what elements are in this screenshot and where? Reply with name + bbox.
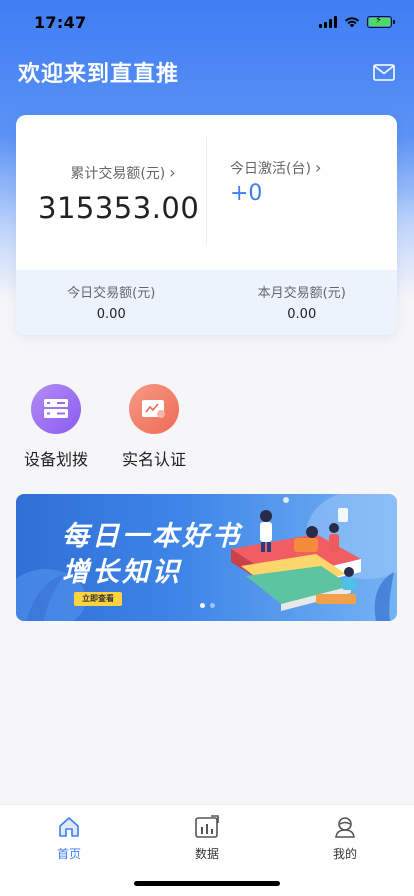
tab-home[interactable]: 首页 xyxy=(0,805,138,896)
battery-icon: ⚡ xyxy=(367,15,395,28)
today-activation-stat[interactable]: 今日激活(台) › +0 xyxy=(230,158,390,207)
tab-label: 我的 xyxy=(332,847,357,861)
status-time: 17:47 xyxy=(34,12,87,32)
cumulative-trade-value: 315353.00 xyxy=(38,191,200,225)
page-title: 欢迎来到直直推 xyxy=(18,62,180,87)
wifi-icon xyxy=(345,17,359,28)
tab-profile[interactable]: 我的 xyxy=(276,805,414,896)
chevron-right-icon: › xyxy=(314,158,322,177)
chevron-right-icon: › xyxy=(169,163,176,182)
month-trade-value: 0.00 xyxy=(287,307,317,322)
chart-icon xyxy=(195,815,219,838)
home-indicator xyxy=(134,881,280,886)
banner-headline: 每日一本好书 xyxy=(62,521,242,552)
tab-label: 数据 xyxy=(194,847,219,861)
today-activation-label: 今日激活(台) xyxy=(230,161,311,177)
quick-action-device-transfer[interactable]: 设备划拨 xyxy=(16,384,96,470)
today-activation-header: 今日激活(台) › xyxy=(230,158,390,178)
stats-divider xyxy=(206,137,207,245)
stats-top: 累计交易额(元) › 315353.00 今日激活(台) › +0 xyxy=(16,115,397,270)
month-trade-label: 本月交易额(元) xyxy=(257,286,346,301)
status-bar: 17:47 ⚡ xyxy=(0,0,414,44)
profile-icon xyxy=(335,817,355,838)
quick-action-label: 实名认证 xyxy=(121,450,186,469)
banner-view-button[interactable]: 立即查看 xyxy=(74,592,122,606)
quick-action-real-name[interactable]: 实名认证 xyxy=(114,384,194,470)
quick-action-label: 设备划拨 xyxy=(23,450,88,469)
cumulative-trade-stat[interactable]: 累计交易额(元) › 315353.00 xyxy=(38,163,208,226)
stats-bottom: 今日交易额(元) 0.00 本月交易额(元) 0.00 xyxy=(16,270,397,335)
stats-card: 累计交易额(元) › 315353.00 今日激活(台) › +0 今日交易额(… xyxy=(16,115,397,335)
cumulative-trade-header: 累计交易额(元) › xyxy=(38,163,208,183)
app-header: 欢迎来到直直推 xyxy=(0,50,414,94)
today-trade-label: 今日交易额(元) xyxy=(67,286,156,301)
pagination-dot-active[interactable] xyxy=(200,603,205,608)
pagination-dot[interactable] xyxy=(210,603,215,608)
banner-subheadline: 增长知识 xyxy=(62,557,182,588)
status-icons: ⚡ xyxy=(319,15,395,28)
today-trade-stat: 今日交易额(元) 0.00 xyxy=(16,270,207,335)
banner-pagination xyxy=(200,603,215,608)
month-trade-stat: 本月交易额(元) 0.00 xyxy=(207,270,398,335)
quick-actions: 设备划拨 实名认证 xyxy=(0,384,414,474)
today-activation-value: +0 xyxy=(230,181,263,206)
tab-label: 首页 xyxy=(56,847,81,861)
id-verify-icon xyxy=(129,384,179,434)
device-card-icon xyxy=(31,384,81,434)
home-icon xyxy=(59,817,79,837)
promo-banner[interactable]: 每日一本好书 增长知识 立即查看 xyxy=(16,494,397,621)
today-trade-value: 0.00 xyxy=(96,307,126,322)
cumulative-trade-label: 累计交易额(元) xyxy=(70,166,166,182)
signal-icon xyxy=(319,16,337,28)
mail-icon[interactable] xyxy=(372,60,396,84)
